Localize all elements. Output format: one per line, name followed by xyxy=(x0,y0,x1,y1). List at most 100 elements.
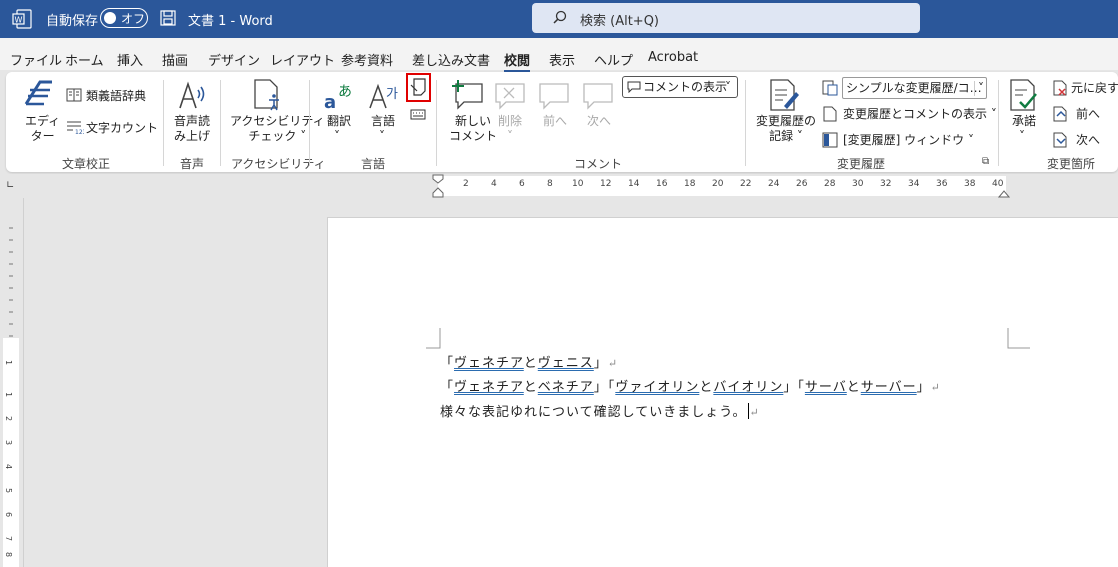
autosave-toggle[interactable]: オフ xyxy=(100,8,148,28)
markup-dropdown[interactable]: シンプルな変更履歴/コ… ˅ xyxy=(842,77,987,99)
tab-home[interactable]: ホーム xyxy=(65,50,104,69)
ruler-tick: 1 xyxy=(4,359,14,366)
svg-text:가: 가 xyxy=(386,87,398,102)
tab-acrobat[interactable]: Acrobat xyxy=(648,50,698,65)
group-label-comments: コメント xyxy=(574,157,623,171)
spelling-variant[interactable]: ヴァイオリン xyxy=(615,380,699,395)
document-page[interactable]: 「ヴェネチアとヴェニス」↵ 「ヴェネチアとベネチア」「ヴァイオリンとバイオリン」… xyxy=(327,217,1118,567)
group-separator xyxy=(998,80,999,166)
tab-references[interactable]: 参考資料 xyxy=(341,50,393,69)
autosave-label: 自動保存 xyxy=(46,14,99,29)
editor-button[interactable]: エディ ター xyxy=(25,114,60,144)
text-run: と xyxy=(846,380,861,395)
ruler-tick: 6 xyxy=(4,511,14,518)
show-markup-button[interactable]: 変更履歴とコメントの表示 ˅ xyxy=(843,107,997,122)
spelling-variant[interactable]: サーバー xyxy=(861,380,917,395)
translate-icon: a あ xyxy=(324,84,352,110)
accept-button[interactable]: 承諾 xyxy=(1012,114,1036,129)
group-separator xyxy=(436,80,437,166)
ruler-tick: 8 xyxy=(4,551,14,558)
show-comments-label: コメントの表示 xyxy=(643,80,728,94)
search-box[interactable]: 検索 (Alt+Q) xyxy=(532,3,920,33)
highlighted-button[interactable] xyxy=(406,73,431,102)
accept-dropdown-icon[interactable]: ˅ xyxy=(1019,129,1025,144)
ruler-tick: 7 xyxy=(4,535,14,542)
indent-marker-icon[interactable] xyxy=(432,174,444,198)
tab-insert[interactable]: 挿入 xyxy=(117,50,143,69)
group-label-tracking: 変更履歴 xyxy=(837,157,886,171)
word-logo-icon[interactable]: W xyxy=(12,9,32,29)
accessibility-check-button[interactable]: アクセシビリティ チェック ˅ xyxy=(230,114,325,144)
text-run: と xyxy=(523,356,538,371)
spelling-variant[interactable]: サーバ xyxy=(805,380,847,395)
reject-icon xyxy=(1053,80,1067,96)
markup-value: シンプルな変更履歴/コ… xyxy=(846,81,982,95)
margin-corner-top-left xyxy=(426,328,441,349)
tab-design[interactable]: デザイン xyxy=(208,50,260,69)
tab-view[interactable]: 表示 xyxy=(549,50,575,69)
previous-comment-button[interactable]: 前へ xyxy=(543,114,567,129)
group-separator xyxy=(745,80,746,166)
group-label-speech: 音声 xyxy=(180,157,205,171)
ruler-tick: 2 xyxy=(463,179,469,189)
new-comment-button[interactable]: 新しい コメント xyxy=(449,114,497,144)
ruler-tick: 30 xyxy=(852,179,864,189)
comment-icon xyxy=(627,81,641,93)
previous-change-button[interactable]: 前へ xyxy=(1076,107,1100,122)
delete-dropdown-icon[interactable]: ˅ xyxy=(507,129,513,144)
tab-layout[interactable]: レイアウト xyxy=(270,50,335,69)
document-edit-icon xyxy=(410,78,426,96)
spelling-variant[interactable]: ベネチア xyxy=(538,380,594,395)
vertical-ruler[interactable]: 1 1 2 3 4 5 6 7 8 xyxy=(0,198,24,567)
title-bar: W 自動保存 オフ 文書 1 - Word 検索 (Alt+Q) xyxy=(0,0,1118,38)
tab-review[interactable]: 校閲 xyxy=(504,50,531,72)
text-run: 」 xyxy=(916,380,931,395)
spelling-variant[interactable]: ヴェネチア xyxy=(454,380,524,395)
ruler-tick: 12 xyxy=(600,179,612,189)
translate-button[interactable]: 翻訳 xyxy=(327,114,351,129)
ruler-tick: 34 xyxy=(908,179,920,189)
show-comments-button[interactable]: コメントの表示 ˅ xyxy=(622,76,738,98)
delete-comment-button[interactable]: 削除 xyxy=(498,114,522,129)
language-dropdown-icon[interactable]: ˅ xyxy=(379,129,385,144)
svg-text:あ: あ xyxy=(338,84,352,100)
text-run: 「 xyxy=(440,380,455,395)
spelling-variant[interactable]: バイオリン xyxy=(713,380,783,395)
thesaurus-button[interactable]: 類義語辞典 xyxy=(86,89,146,104)
reviewing-pane-button[interactable]: [変更履歴] ウィンドウ ˅ xyxy=(843,133,974,148)
ruler-tick: 22 xyxy=(740,179,752,189)
next-comment-button[interactable]: 次へ xyxy=(587,114,611,129)
group-separator xyxy=(220,80,221,166)
previous-change-icon xyxy=(1053,106,1067,122)
tab-help[interactable]: ヘルプ xyxy=(594,50,633,69)
next-change-button[interactable]: 次へ xyxy=(1076,133,1100,148)
show-markup-icon xyxy=(823,106,837,122)
reject-button[interactable]: 元に戻す xyxy=(1071,81,1118,96)
text-run: 」「 xyxy=(783,380,805,395)
save-icon[interactable] xyxy=(160,10,176,26)
ruler-tick: 5 xyxy=(4,487,14,494)
chevron-down-icon: ˅ xyxy=(974,81,984,96)
spelling-variant[interactable]: ヴェニス xyxy=(538,356,594,371)
translate-dropdown-icon[interactable]: ˅ xyxy=(334,129,340,144)
search-placeholder: 検索 (Alt+Q) xyxy=(580,14,660,29)
tab-mailings[interactable]: 差し込み文書 xyxy=(412,50,490,69)
read-aloud-icon xyxy=(179,81,205,109)
ruler-tick: 2 xyxy=(4,415,14,422)
horizontal-ruler[interactable]: ∟ 2 4 6 8 10 12 14 16 18 20 22 24 26 28 … xyxy=(0,174,1118,198)
document-line-3: 様々な表記ゆれについて確認していきましょう。 ↵ xyxy=(440,400,760,420)
read-aloud-button[interactable]: 音声読 み上げ xyxy=(174,114,210,144)
group-label-proofing: 文章校正 xyxy=(62,157,111,171)
keyboard-icon[interactable] xyxy=(410,108,426,120)
word-count-button[interactable]: 文字カウント xyxy=(86,121,158,136)
dialog-launcher-icon[interactable]: ⧉ xyxy=(982,156,989,167)
language-button[interactable]: 言語 xyxy=(371,114,395,129)
spelling-variant[interactable]: ヴェネチア xyxy=(454,356,524,371)
tab-file[interactable]: ファイル xyxy=(10,50,62,69)
ruler-tick: 4 xyxy=(491,179,497,189)
tab-selector-icon[interactable]: ∟ xyxy=(6,180,14,191)
reviewing-pane-icon xyxy=(822,132,838,148)
tab-draw[interactable]: 描画 xyxy=(162,50,188,69)
ruler-tick: 40 xyxy=(992,179,1004,189)
track-changes-button[interactable]: 変更履歴の 記録 ˅ xyxy=(756,114,816,144)
